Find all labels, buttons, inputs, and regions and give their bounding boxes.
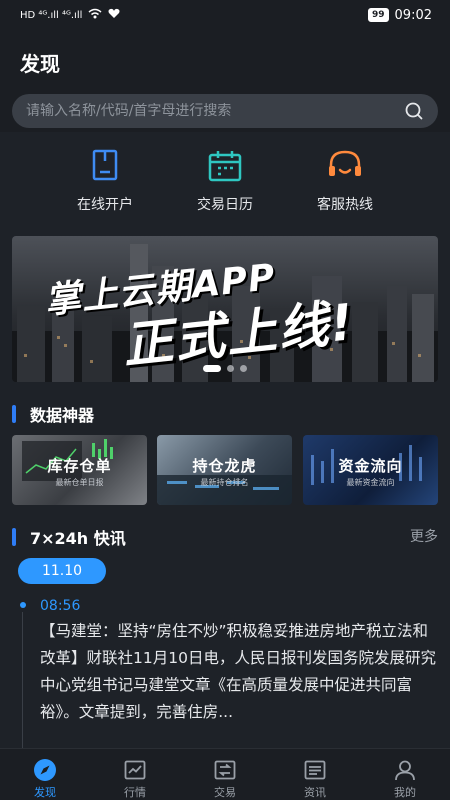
tool-title: 资金流向 — [338, 457, 403, 475]
promo-banner[interactable]: 掌上云期APP 正式上线! — [12, 236, 438, 382]
tab-news[interactable]: 资讯 — [270, 749, 360, 800]
status-left: HD ⁴ᴳ.ıll ⁴ᴳ.ıll — [20, 8, 120, 22]
tab-discover[interactable]: 发现 — [0, 749, 90, 800]
page-title: 发现 — [20, 52, 60, 76]
tool-card-inventory[interactable]: 库存仓单 最新仓单日报 — [12, 435, 147, 505]
quick-action-open-account[interactable]: 在线开户 — [45, 148, 165, 214]
calendar-icon — [208, 151, 242, 182]
search-icon[interactable] — [404, 101, 424, 121]
tab-label: 资讯 — [304, 786, 326, 799]
timeline-dot — [20, 602, 26, 608]
search-bar-container — [0, 90, 450, 132]
status-bar: HD ⁴ᴳ.ıll ⁴ᴳ.ıll 99 09:02 — [0, 0, 450, 30]
section-accent-bar — [12, 528, 16, 546]
section-data-tools: 数据神器 — [12, 402, 94, 426]
tab-label: 我的 — [394, 786, 416, 799]
quick-actions: 在线开户 交易日历 客服热线 — [0, 148, 450, 218]
user-icon — [395, 760, 415, 781]
account-open-icon — [92, 149, 118, 181]
tool-title: 持仓龙虎 — [192, 457, 257, 475]
timeline-line — [22, 612, 23, 748]
pagination-dot[interactable] — [227, 365, 234, 372]
tab-market[interactable]: 行情 — [90, 749, 180, 800]
quick-action-hotline[interactable]: 客服热线 — [285, 148, 405, 214]
news-item-content[interactable]: 【马建堂：坚持“房住不炒”积极稳妥推进房地产税立法和改革】财联社11月10日电，… — [40, 618, 438, 726]
tab-label: 交易 — [214, 786, 236, 799]
pagination-dot[interactable] — [240, 365, 247, 372]
section-news: 7×24h 快讯 — [12, 525, 126, 549]
news-icon — [304, 760, 326, 780]
section-accent-bar — [12, 405, 16, 423]
news-more-link[interactable]: 更多 — [410, 526, 438, 546]
compass-icon — [34, 759, 56, 781]
tool-subtitle: 最新资金流向 — [346, 478, 395, 487]
quick-action-trading-calendar[interactable]: 交易日历 — [165, 148, 285, 214]
section-title: 数据神器 — [30, 406, 95, 425]
bottom-tab-bar: 发现 行情 交易 资讯 我的 — [0, 748, 450, 800]
search-input[interactable] — [26, 103, 404, 119]
status-time: 09:02 — [394, 7, 432, 23]
section-title: 7×24h 快讯 — [30, 529, 126, 548]
heart-icon — [108, 8, 120, 22]
quick-action-label: 在线开户 — [77, 197, 133, 213]
quick-action-label: 交易日历 — [197, 197, 253, 213]
quick-action-label: 客服热线 — [317, 197, 373, 213]
pagination-dot[interactable] — [203, 365, 221, 372]
chart-icon — [124, 760, 146, 780]
status-right: 99 09:02 — [368, 8, 432, 23]
header: 发现 — [0, 30, 450, 90]
headset-icon — [329, 150, 361, 176]
tab-label: 发现 — [34, 786, 56, 799]
signal-icons: HD ⁴ᴳ.ıll ⁴ᴳ.ıll — [20, 9, 83, 21]
tab-label: 行情 — [124, 786, 146, 799]
tool-subtitle: 最新仓单日报 — [55, 478, 104, 487]
tool-subtitle: 最新持仓排名 — [200, 478, 249, 487]
news-time: 08:56 — [40, 598, 81, 614]
tab-trade[interactable]: 交易 — [180, 749, 270, 800]
news-date-badge: 11.10 — [18, 558, 106, 584]
banner-pagination — [12, 365, 438, 372]
battery-icon: 99 — [368, 8, 389, 22]
data-tools-row: 库存仓单 最新仓单日报 持仓龙虎 最新持仓排名 资金流向 最新资金流向 — [12, 435, 438, 505]
tool-title: 库存仓单 — [47, 457, 112, 475]
tool-card-fund-flow[interactable]: 资金流向 最新资金流向 — [303, 435, 438, 505]
search-bar[interactable] — [12, 94, 438, 128]
trade-icon — [214, 760, 236, 780]
wifi-icon — [88, 8, 102, 22]
tab-profile[interactable]: 我的 — [360, 749, 450, 800]
tool-card-positions[interactable]: 持仓龙虎 最新持仓排名 — [157, 435, 292, 505]
